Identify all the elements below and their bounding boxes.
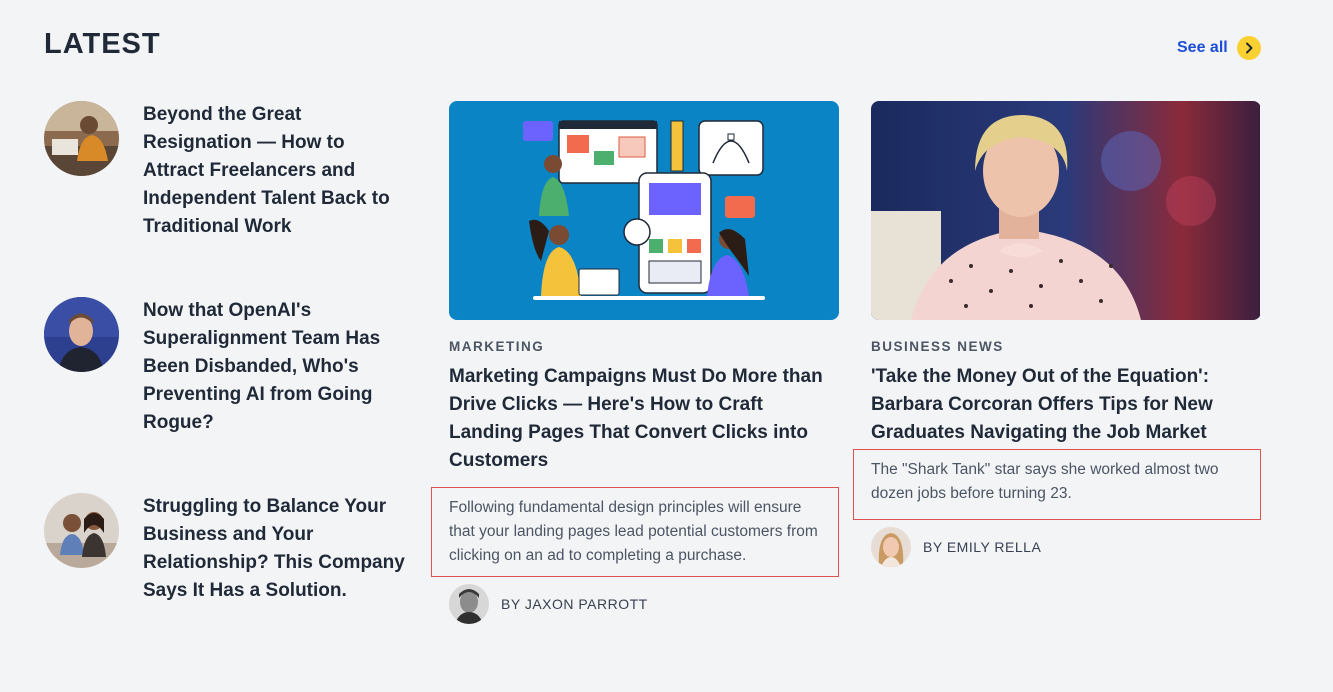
author-byline[interactable]: BY JAXON PARROTT — [501, 596, 648, 612]
section-title: LATEST — [44, 28, 161, 60]
see-all-label: See all — [1177, 39, 1228, 56]
article-category[interactable]: BUSINESS NEWS — [871, 339, 1261, 354]
side-article-headline[interactable]: Now that OpenAI's Superalignment Team Ha… — [143, 297, 405, 437]
summary-highlight-box: Following fundamental design principles … — [431, 487, 839, 577]
article-card-image[interactable] — [871, 101, 1261, 320]
side-article-headline[interactable]: Struggling to Balance Your Business and … — [143, 493, 405, 605]
article-card-image[interactable] — [449, 101, 839, 320]
chevron-right-icon — [1236, 36, 1261, 60]
summary-highlight-box: The "Shark Tank" star says she worked al… — [853, 449, 1261, 520]
side-article-thumbnail[interactable] — [44, 101, 119, 176]
side-article-thumbnail[interactable] — [44, 493, 119, 568]
article-card-business-news: BUSINESS NEWS 'Take the Money Out of the… — [853, 101, 1261, 567]
article-title[interactable]: 'Take the Money Out of the Equation': Ba… — [871, 363, 1261, 447]
author-link[interactable]: BY EMILY RELLA — [871, 527, 1261, 567]
article-summary: Following fundamental design principles … — [449, 499, 818, 564]
article-card-marketing: MARKETING Marketing Campaigns Must Do Mo… — [431, 101, 839, 624]
author-link[interactable]: BY JAXON PARROTT — [449, 584, 839, 624]
side-article-3[interactable]: Struggling to Balance Your Business and … — [44, 493, 405, 605]
article-category[interactable]: MARKETING — [449, 339, 839, 354]
author-byline[interactable]: BY EMILY RELLA — [923, 539, 1041, 555]
author-avatar[interactable] — [449, 584, 489, 624]
article-summary: The "Shark Tank" star says she worked al… — [871, 461, 1219, 502]
side-article-thumbnail[interactable] — [44, 297, 119, 372]
side-article-headline[interactable]: Beyond the Great Resignation — How to At… — [143, 101, 405, 241]
side-article-2[interactable]: Now that OpenAI's Superalignment Team Ha… — [44, 297, 405, 437]
side-article-1[interactable]: Beyond the Great Resignation — How to At… — [44, 101, 405, 241]
see-all-link[interactable]: See all — [1177, 36, 1261, 60]
article-title[interactable]: Marketing Campaigns Must Do More than Dr… — [449, 363, 839, 475]
author-avatar[interactable] — [871, 527, 911, 567]
